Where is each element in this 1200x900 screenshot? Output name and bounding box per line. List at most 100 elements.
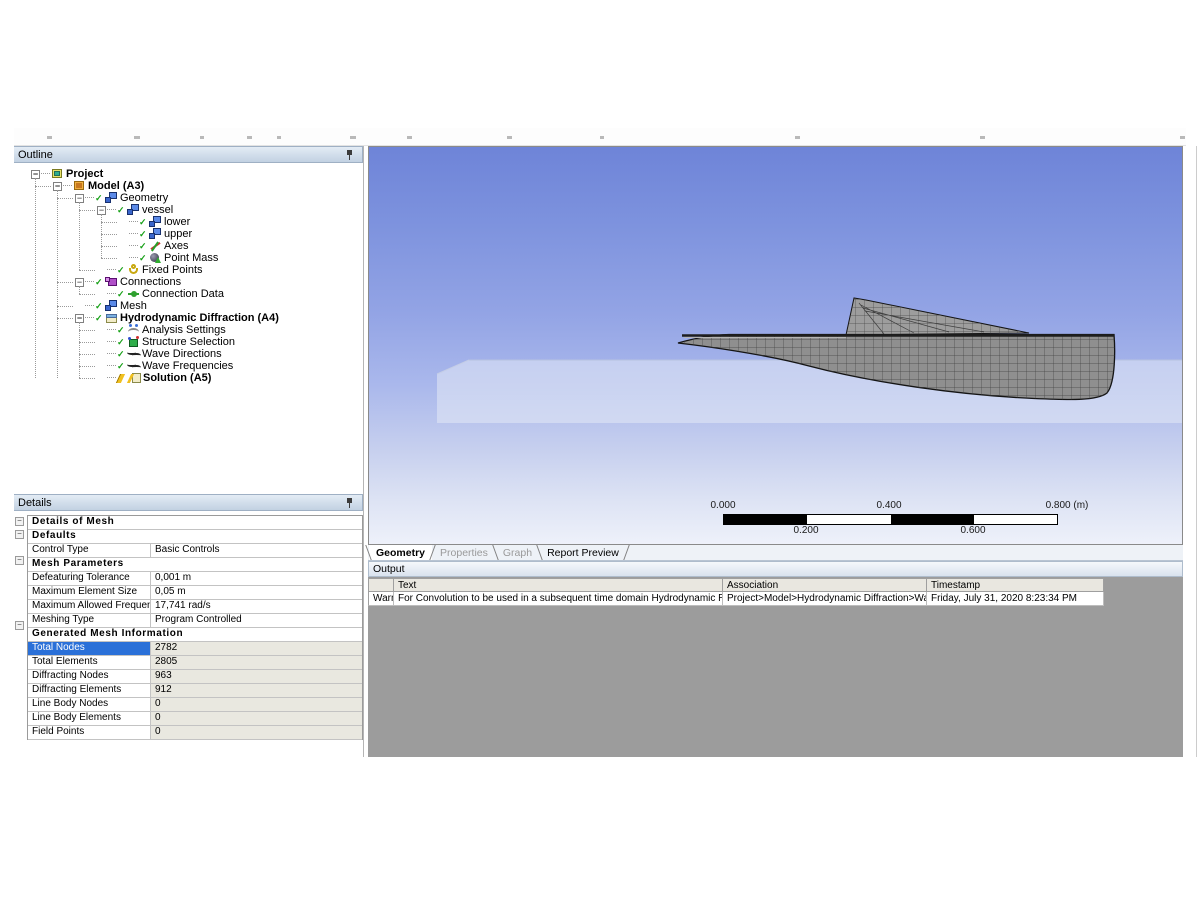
- details-row-details-of-mesh: Details of Mesh: [28, 516, 362, 530]
- details-row-defaults: Defaults: [28, 530, 362, 544]
- tree-item-axes[interactable]: ✓Axes: [14, 240, 362, 252]
- tree-item-mesh[interactable]: ✓Mesh: [14, 300, 362, 312]
- tab-report-preview[interactable]: Report Preview: [540, 545, 626, 560]
- details-section-header[interactable]: Defaults: [28, 530, 362, 543]
- tree-connector: [107, 365, 116, 367]
- details-label[interactable]: Meshing Type: [28, 614, 151, 627]
- lightning-icon: [116, 374, 125, 383]
- tree-connector: [79, 330, 95, 331]
- details-section-header[interactable]: Mesh Parameters: [28, 558, 362, 571]
- cube-icon: [149, 228, 162, 240]
- graphics-viewport[interactable]: 0.000 0.400 0.800 (m) 0.200 0.600: [368, 146, 1183, 545]
- details-value[interactable]: 17,741 rad/s: [151, 600, 362, 613]
- tree-item-upper[interactable]: ✓upper: [14, 228, 362, 240]
- details-value[interactable]: Program Controlled: [151, 614, 362, 627]
- details-section-header[interactable]: Details of Mesh: [28, 516, 362, 529]
- tree-item-connection-data[interactable]: ✓Connection Data: [14, 288, 362, 300]
- details-value[interactable]: 2782: [151, 642, 362, 655]
- details-value[interactable]: Basic Controls: [151, 544, 362, 557]
- section-collapse-box[interactable]: [15, 530, 24, 539]
- details-label[interactable]: Total Elements: [28, 656, 151, 669]
- tree-spacer: [119, 230, 128, 239]
- details-label[interactable]: Diffracting Nodes: [28, 670, 151, 683]
- tree-connector: [101, 246, 117, 247]
- output-row[interactable]: WarningFor Convolution to be used in a s…: [368, 592, 1104, 606]
- tree-item-label: Connections: [118, 276, 181, 288]
- tree-item-point-mass[interactable]: ✓Point Mass: [14, 252, 362, 264]
- pin-icon[interactable]: [346, 498, 354, 509]
- output-column-header[interactable]: Timestamp: [927, 578, 1104, 592]
- scale-label: 0.800 (m): [1032, 500, 1102, 511]
- details-label[interactable]: Field Points: [28, 726, 151, 739]
- details-label[interactable]: Diffracting Elements: [28, 684, 151, 697]
- output-column-header[interactable]: [368, 578, 394, 592]
- tree-item-model-a3[interactable]: Model (A3): [14, 180, 362, 192]
- anchor-icon: [127, 264, 140, 276]
- details-value[interactable]: 963: [151, 670, 362, 683]
- tree-spacer: [97, 350, 106, 359]
- details-label[interactable]: Line Body Nodes: [28, 698, 151, 711]
- tree-connector: [107, 353, 116, 355]
- tree-connector: [101, 258, 117, 259]
- tree-item-wave-frequencies[interactable]: ✓Wave Frequencies: [14, 360, 362, 372]
- section-collapse-box[interactable]: [15, 621, 24, 630]
- check-mark-icon: ✓: [95, 313, 105, 323]
- toolbar-remnant: [14, 128, 1186, 146]
- tree-item-connections[interactable]: ✓Connections: [14, 276, 362, 288]
- tree-connector: [107, 269, 116, 271]
- details-section-header[interactable]: Generated Mesh Information: [28, 628, 362, 641]
- axes-icon: [149, 240, 162, 252]
- tree-connector: [57, 198, 73, 199]
- section-collapse-box[interactable]: [15, 556, 24, 565]
- tree-connector: [79, 366, 95, 367]
- tree-item-structure-selection[interactable]: ✓Structure Selection: [14, 336, 362, 348]
- details-row-mesh-parameters: Mesh Parameters: [28, 558, 362, 572]
- check-mark-icon: ✓: [139, 253, 149, 263]
- tree-item-geometry[interactable]: ✓Geometry: [14, 192, 362, 204]
- tree-item-vessel[interactable]: ✓vessel: [14, 204, 362, 216]
- details-value[interactable]: 0: [151, 698, 362, 711]
- tree-spacer: [97, 362, 106, 371]
- output-column-header[interactable]: Text: [394, 578, 723, 592]
- details-value[interactable]: 0: [151, 726, 362, 739]
- tree-item-hydrodynamic-diffraction-a4[interactable]: ✓Hydrodynamic Diffraction (A4): [14, 312, 362, 324]
- tree-connector: [129, 245, 138, 247]
- details-value[interactable]: 2805: [151, 656, 362, 669]
- check-mark-icon: ✓: [95, 193, 105, 203]
- outline-panel-header: Outline: [14, 146, 363, 163]
- details-label[interactable]: Defeaturing Tolerance: [28, 572, 151, 585]
- window-edge: [1196, 146, 1197, 757]
- cube-icon: [105, 192, 118, 204]
- details-label[interactable]: Maximum Element Size: [28, 586, 151, 599]
- ansys-mechanical-window: Outline ProjectModel (A3)✓Geometry✓vesse…: [0, 0, 1200, 900]
- details-value[interactable]: 0,05 m: [151, 586, 362, 599]
- details-value[interactable]: 912: [151, 684, 362, 697]
- details-value[interactable]: 0,001 m: [151, 572, 362, 585]
- details-value[interactable]: 0: [151, 712, 362, 725]
- details-row-defeaturing-tolerance: Defeaturing Tolerance0,001 m: [28, 572, 362, 586]
- tree-connector: [57, 190, 58, 378]
- tree-item-label: Structure Selection: [140, 336, 235, 348]
- details-label[interactable]: Maximum Allowed Frequency: [28, 600, 151, 613]
- cube-icon: [127, 204, 140, 216]
- details-label[interactable]: Line Body Elements: [28, 712, 151, 725]
- tree-item-label: Project: [64, 168, 103, 180]
- tree-item-solution-a5[interactable]: Solution (A5): [14, 372, 362, 384]
- tree-item-lower[interactable]: ✓lower: [14, 216, 362, 228]
- details-label[interactable]: Total Nodes: [28, 642, 151, 655]
- tree-item-wave-directions[interactable]: ✓Wave Directions: [14, 348, 362, 360]
- tree-spacer: [119, 242, 128, 251]
- tree-item-fixed-points[interactable]: ✓Fixed Points: [14, 264, 362, 276]
- section-collapse-box[interactable]: [15, 517, 24, 526]
- output-column-header[interactable]: Association: [723, 578, 927, 592]
- tab-geometry[interactable]: Geometry: [369, 545, 432, 560]
- pin-icon[interactable]: [346, 150, 354, 161]
- tree-connector: [79, 294, 95, 295]
- details-label[interactable]: Control Type: [28, 544, 151, 557]
- tree-item-project[interactable]: Project: [14, 168, 362, 180]
- details-row-total-nodes: Total Nodes2782: [28, 642, 362, 656]
- tree-item-label: Mesh: [118, 300, 147, 312]
- tree-item-analysis-settings[interactable]: ✓Analysis Settings: [14, 324, 362, 336]
- scale-ruler: [723, 514, 1058, 525]
- tree-item-label: lower: [162, 216, 190, 228]
